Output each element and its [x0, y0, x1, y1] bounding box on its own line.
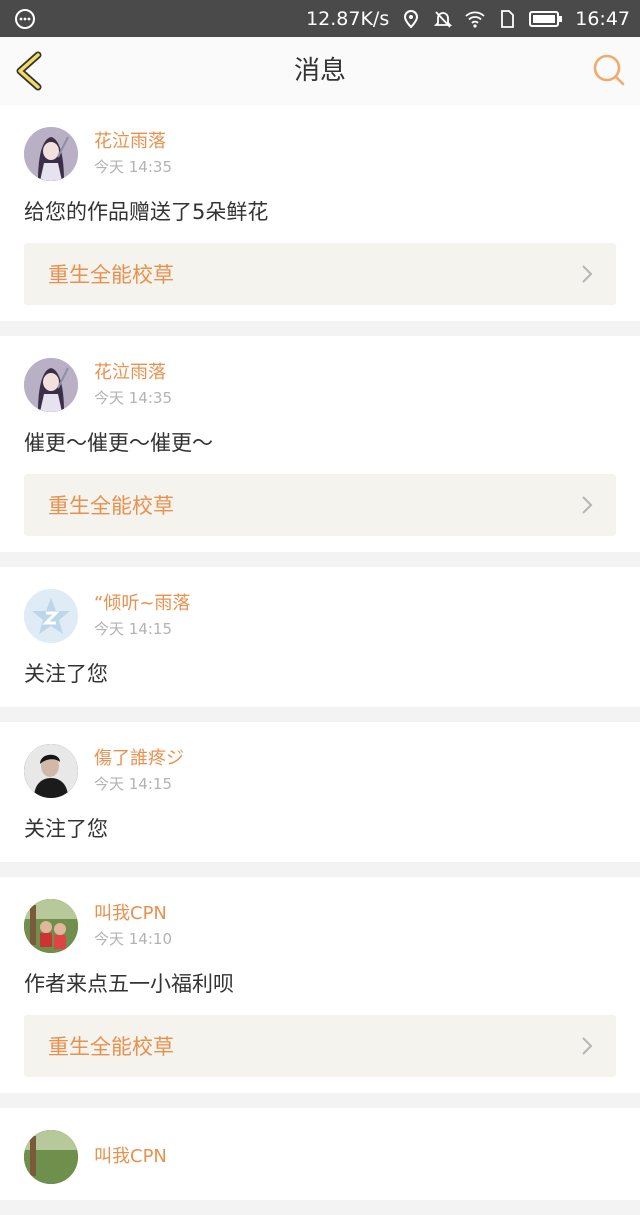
- timestamp: 今天 14:35: [94, 389, 172, 407]
- message-card: “倾听~雨落 今天 14:15 关注了您: [0, 567, 640, 707]
- timestamp: 今天 14:10: [94, 930, 172, 948]
- avatar[interactable]: [24, 1130, 78, 1184]
- message-card: 花泣雨落 今天 14:35 给您的作品赠送了5朵鲜花 重生全能校草: [0, 105, 640, 321]
- user-name[interactable]: 花泣雨落: [94, 131, 172, 153]
- avatar[interactable]: [24, 589, 78, 643]
- timestamp: 今天 14:35: [94, 158, 172, 176]
- default-star-avatar-icon: [24, 589, 78, 643]
- avatar[interactable]: [24, 127, 78, 181]
- timestamp: 今天 14:15: [94, 775, 172, 793]
- user-name[interactable]: 叫我CPN: [94, 903, 172, 925]
- message-card: 叫我CPN: [0, 1108, 640, 1200]
- chevron-right-icon: [582, 265, 593, 283]
- message-card: 傷了誰疼ジ 今天 14:15 关注了您: [0, 722, 640, 862]
- search-icon[interactable]: [592, 53, 626, 87]
- status-bar: 12.87K/s 16:47: [0, 0, 640, 37]
- user-name[interactable]: 傷了誰疼ジ: [94, 748, 184, 770]
- avatar[interactable]: [24, 358, 78, 412]
- page-title: 消息: [293, 56, 346, 86]
- app-bar: 消息: [0, 37, 640, 106]
- book-link[interactable]: 重生全能校草: [24, 243, 616, 305]
- anime-girl-avatar-icon: [24, 358, 78, 412]
- user-name[interactable]: “倾听~雨落: [94, 593, 190, 615]
- sim-icon: [501, 9, 515, 28]
- book-title: 重生全能校草: [48, 263, 174, 287]
- chevron-right-icon: [582, 1037, 593, 1055]
- message-list: 花泣雨落 今天 14:35 给您的作品赠送了5朵鲜花 重生全能校草 花泣雨落 今…: [0, 105, 640, 1215]
- book-link[interactable]: 重生全能校草: [24, 474, 616, 536]
- chevron-right-icon: [582, 496, 593, 514]
- message-card: 叫我CPN 今天 14:10 作者来点五一小福利呗 重生全能校草: [0, 877, 640, 1093]
- anime-girl-avatar-icon: [24, 127, 78, 181]
- location-icon: [404, 9, 419, 28]
- mute-icon: [434, 10, 453, 28]
- message-text: 作者来点五一小福利呗: [24, 972, 234, 996]
- message-card: 花泣雨落 今天 14:35 催更～催更～催更～ 重生全能校草: [0, 336, 640, 552]
- wifi-icon: [465, 11, 485, 28]
- message-text: 关注了您: [24, 817, 108, 841]
- kids-outdoor-avatar-icon: [24, 1130, 78, 1184]
- book-title: 重生全能校草: [48, 1035, 174, 1059]
- avatar[interactable]: [24, 744, 78, 798]
- avatar[interactable]: [24, 899, 78, 953]
- book-link[interactable]: 重生全能校草: [24, 1015, 616, 1077]
- man-dark-avatar-icon: [24, 744, 78, 798]
- clock: 16:47: [575, 7, 630, 30]
- book-title: 重生全能校草: [48, 494, 174, 518]
- kids-outdoor-avatar-icon: [24, 899, 78, 953]
- timestamp: 今天 14:15: [94, 620, 172, 638]
- message-text: 催更～催更～催更～: [24, 431, 213, 455]
- message-text: 给您的作品赠送了5朵鲜花: [24, 200, 269, 224]
- user-name[interactable]: 花泣雨落: [94, 362, 172, 384]
- battery-icon: [529, 10, 563, 27]
- network-speed: 12.87K/s: [306, 7, 390, 30]
- chat-bubble-icon: [15, 9, 35, 29]
- user-name[interactable]: 叫我CPN: [94, 1146, 167, 1168]
- message-text: 关注了您: [24, 662, 108, 686]
